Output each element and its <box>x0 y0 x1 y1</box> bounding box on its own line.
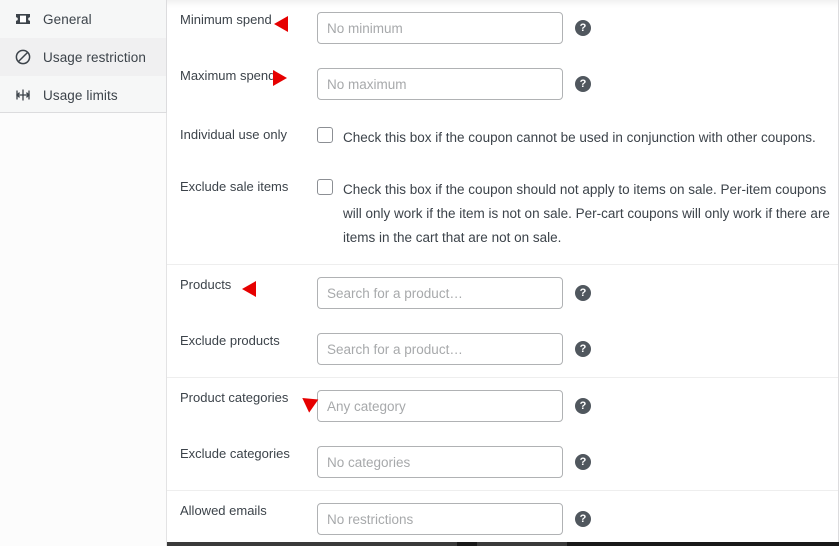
field-label-products: Products <box>167 277 317 297</box>
field-row-products: Products? <box>167 265 838 321</box>
field-group: Allowed emails? <box>167 490 838 546</box>
label-text: Exclude categories <box>180 446 290 461</box>
help-icon[interactable]: ? <box>575 511 591 527</box>
field-label-minimum-spend: Minimum spend <box>167 12 317 32</box>
field-row-exclude-sale-items: Exclude sale items Check this box if the … <box>167 164 838 264</box>
field-label-individual-use-only: Individual use only <box>167 126 317 143</box>
field-label-product-categories: Product categories <box>167 390 319 413</box>
label-text: Product categories <box>180 390 289 405</box>
field-control-products: ? <box>317 277 838 309</box>
product-categories-input[interactable] <box>317 390 563 422</box>
field-label-exclude-sale-items: Exclude sale items <box>167 178 317 195</box>
red-arrow-marker <box>273 16 288 32</box>
label-text: Exclude sale items <box>180 179 289 194</box>
scrollbar-segment-left[interactable] <box>167 542 457 546</box>
exclude-sale-items-checkbox[interactable] <box>317 179 333 195</box>
field-label-exclude-categories: Exclude categories <box>167 446 317 462</box>
products-input[interactable] <box>317 277 563 309</box>
label-text: Individual use only <box>180 127 287 142</box>
field-group: Products?Exclude products? <box>167 264 838 377</box>
sidebar-item-usage-limits[interactable]: Usage limits <box>0 76 166 114</box>
red-arrow-marker <box>298 391 319 413</box>
field-control-minimum-spend: ? <box>317 12 838 44</box>
help-icon[interactable]: ? <box>575 454 591 470</box>
exclude-sale-items-description: Check this box if the coupon should not … <box>343 182 830 245</box>
help-icon[interactable]: ? <box>575 285 591 301</box>
field-control-exclude-categories: ? <box>317 446 838 478</box>
sidebar-item-label: Usage restriction <box>43 49 146 65</box>
label-text: Maximum spend <box>180 68 276 83</box>
maximum-spend-input[interactable] <box>317 68 563 100</box>
field-row-allowed-emails: Allowed emails? <box>167 491 838 546</box>
label-text: Products <box>180 277 232 292</box>
field-group: Product categories?Exclude categories? <box>167 377 838 490</box>
usage-restriction-form: Minimum spend?Maximum spend?Individual u… <box>167 0 838 546</box>
horizontal-scrollbar[interactable] <box>167 542 839 546</box>
settings-sidebar: General Usage restriction Usage limits <box>0 0 167 113</box>
field-row-exclude-categories: Exclude categories? <box>167 434 838 490</box>
field-control-allowed-emails: ? <box>317 503 838 535</box>
sidebar-item-label: Usage limits <box>43 87 118 103</box>
coupon-settings-screen: General Usage restriction Usage limits Min… <box>0 0 839 546</box>
individual-use-only-description: Check this box if the coupon cannot be u… <box>343 130 816 145</box>
help-icon[interactable]: ? <box>575 398 591 414</box>
help-icon[interactable]: ? <box>575 341 591 357</box>
help-icon[interactable]: ? <box>575 76 591 92</box>
sidebar-item-usage-restriction[interactable]: Usage restriction <box>0 38 166 76</box>
limits-icon <box>13 87 33 103</box>
sidebar-empty-area <box>0 113 167 546</box>
sidebar-item-general[interactable]: General <box>0 0 166 38</box>
field-control-product-categories: ? <box>317 390 838 422</box>
allowed-emails-input[interactable] <box>317 503 563 535</box>
field-row-minimum-spend: Minimum spend? <box>167 0 838 56</box>
prohibited-icon <box>13 49 33 65</box>
label-text: Minimum spend <box>180 12 272 27</box>
exclude-categories-input[interactable] <box>317 446 563 478</box>
field-row-product-categories: Product categories? <box>167 378 838 434</box>
red-arrow-marker <box>242 281 257 297</box>
field-control-individual-use-only: Check this box if the coupon cannot be u… <box>317 126 838 150</box>
field-label-exclude-products: Exclude products <box>167 333 317 349</box>
settings-main-panel: Minimum spend?Maximum spend?Individual u… <box>167 0 839 546</box>
exclude-products-input[interactable] <box>317 333 563 365</box>
field-label-maximum-spend: Maximum spend <box>167 68 317 86</box>
field-group: Minimum spend?Maximum spend?Individual u… <box>167 0 838 264</box>
sidebar-item-label: General <box>43 11 92 27</box>
help-icon[interactable]: ? <box>575 20 591 36</box>
scrollbar-segment-mid[interactable] <box>477 542 567 546</box>
individual-use-only-checkbox[interactable] <box>317 127 333 143</box>
field-row-exclude-products: Exclude products? <box>167 321 838 377</box>
label-text: Allowed emails <box>180 503 267 518</box>
field-row-maximum-spend: Maximum spend? <box>167 56 838 112</box>
field-label-allowed-emails: Allowed emails <box>167 503 317 519</box>
minimum-spend-input[interactable] <box>317 12 563 44</box>
field-control-exclude-sale-items: Check this box if the coupon should not … <box>317 178 838 250</box>
field-control-maximum-spend: ? <box>317 68 838 100</box>
field-row-individual-use-only: Individual use only Check this box if the… <box>167 112 838 164</box>
ticket-icon <box>13 11 33 27</box>
label-text: Exclude products <box>180 333 280 348</box>
field-control-exclude-products: ? <box>317 333 838 365</box>
